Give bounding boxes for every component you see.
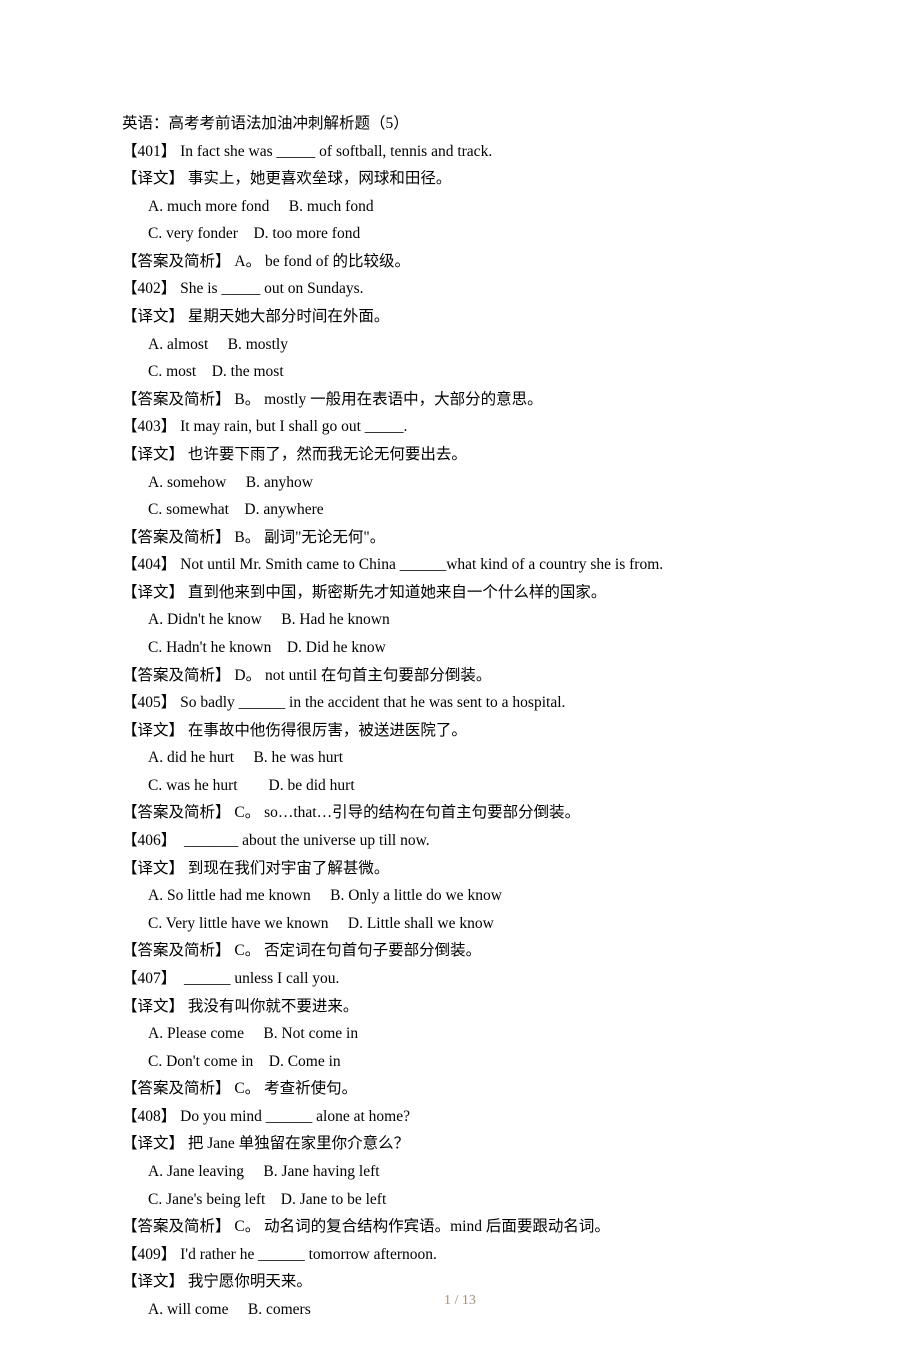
question-translation: 【译文】 到现在我们对宇宙了解甚微。: [122, 855, 800, 883]
question-option: A. Please come B. Not come in: [122, 1020, 800, 1048]
question-answer: 【答案及简析】 B。 副词"无论无何"。: [122, 524, 800, 552]
question-stem: 【406】 _______ about the universe up till…: [122, 827, 800, 855]
question-option: C. somewhat D. anywhere: [122, 496, 800, 524]
question-answer: 【答案及简析】 C。 否定词在句首句子要部分倒装。: [122, 937, 800, 965]
question-option: A. So little had me known B. Only a litt…: [122, 882, 800, 910]
question-stem: 【404】 Not until Mr. Smith came to China …: [122, 551, 800, 579]
question-stem: 【409】 I'd rather he ______ tomorrow afte…: [122, 1241, 800, 1269]
question-answer: 【答案及简析】 B。 mostly 一般用在表语中，大部分的意思。: [122, 386, 800, 414]
question-option: A. almost B. mostly: [122, 331, 800, 359]
question-answer: 【答案及简析】 C。 so…that…引导的结构在句首主句要部分倒装。: [122, 799, 800, 827]
question-option: C. Hadn't he known D. Did he know: [122, 634, 800, 662]
question-stem: 【402】 She is _____ out on Sundays.: [122, 275, 800, 303]
question-translation: 【译文】 我没有叫你就不要进来。: [122, 993, 800, 1021]
question-option: A. Jane leaving B. Jane having left: [122, 1158, 800, 1186]
question-option: C. Don't come in D. Come in: [122, 1048, 800, 1076]
question-option: A. much more fond B. much fond: [122, 193, 800, 221]
question-answer: 【答案及简析】 D。 not until 在句首主句要部分倒装。: [122, 662, 800, 690]
question-option: A. Didn't he know B. Had he known: [122, 606, 800, 634]
questions-container: 【401】 In fact she was _____ of softball,…: [122, 138, 800, 1324]
question-option: C. Very little have we known D. Little s…: [122, 910, 800, 938]
question-translation: 【译文】 也许要下雨了，然而我无论无何要出去。: [122, 441, 800, 469]
question-stem: 【403】 It may rain, but I shall go out __…: [122, 413, 800, 441]
question-translation: 【译文】 事实上，她更喜欢垒球，网球和田径。: [122, 165, 800, 193]
question-translation: 【译文】 在事故中他伤得很厉害，被送进医院了。: [122, 717, 800, 745]
page-footer: 1 / 13: [0, 1289, 920, 1314]
question-stem: 【408】 Do you mind ______ alone at home?: [122, 1103, 800, 1131]
question-translation: 【译文】 把 Jane 单独留在家里你介意么？: [122, 1130, 800, 1158]
question-answer: 【答案及简析】 C。 考查祈使句。: [122, 1075, 800, 1103]
question-option: A. did he hurt B. he was hurt: [122, 744, 800, 772]
question-option: C. very fonder D. too more fond: [122, 220, 800, 248]
question-option: A. somehow B. anyhow: [122, 469, 800, 497]
question-answer: 【答案及简析】 C。 动名词的复合结构作宾语。mind 后面要跟动名词。: [122, 1213, 800, 1241]
question-option: C. was he hurt D. be did hurt: [122, 772, 800, 800]
page: 英语：高考考前语法加油冲刺解析题（5） 【401】 In fact she wa…: [0, 0, 920, 1363]
question-translation: 【译文】 星期天她大部分时间在外面。: [122, 303, 800, 331]
question-stem: 【407】 ______ unless I call you.: [122, 965, 800, 993]
question-option: C. Jane's being left D. Jane to be left: [122, 1186, 800, 1214]
question-translation: 【译文】 直到他来到中国，斯密斯先才知道她来自一个什么样的国家。: [122, 579, 800, 607]
question-stem: 【401】 In fact she was _____ of softball,…: [122, 138, 800, 166]
question-option: C. most D. the most: [122, 358, 800, 386]
question-answer: 【答案及简析】 A。 be fond of 的比较级。: [122, 248, 800, 276]
doc-title: 英语：高考考前语法加油冲刺解析题（5）: [122, 110, 800, 138]
question-stem: 【405】 So badly ______ in the accident th…: [122, 689, 800, 717]
